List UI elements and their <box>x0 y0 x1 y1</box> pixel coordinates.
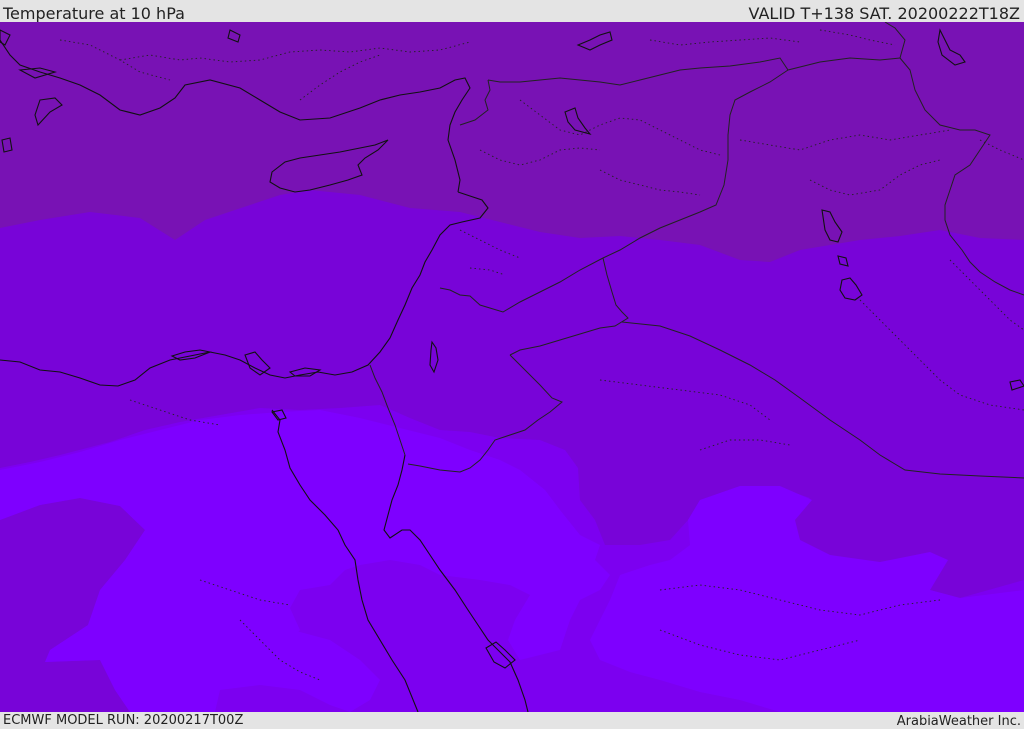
valid-time: VALID T+138 SAT. 20200222T18Z <box>748 4 1020 23</box>
model-run-label: ECMWF MODEL RUN: 20200217T00Z <box>3 713 244 728</box>
map-figure: Temperature at 10 hPa VALID T+138 SAT. 2… <box>0 0 1024 729</box>
map-title: Temperature at 10 hPa <box>3 4 185 23</box>
credit-label: ArabiaWeather Inc. <box>896 714 1021 729</box>
temperature-map <box>0 22 1024 712</box>
footer-bar: ECMWF MODEL RUN: 20200217T00Z ArabiaWeat… <box>0 712 1024 729</box>
header-bar: Temperature at 10 hPa VALID T+138 SAT. 2… <box>0 0 1024 23</box>
map-canvas <box>0 22 1024 712</box>
